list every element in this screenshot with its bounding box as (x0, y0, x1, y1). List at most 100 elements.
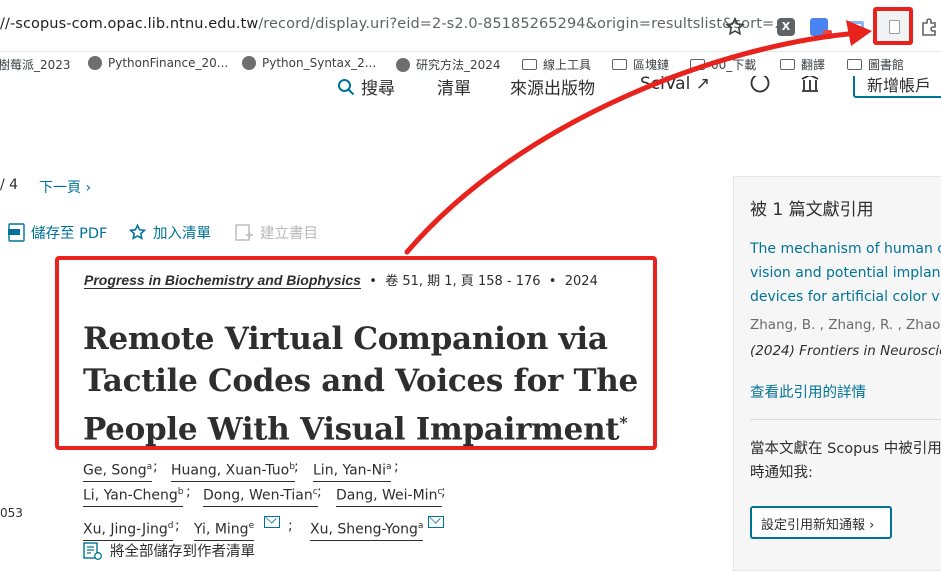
nav-sources[interactable]: 來源出版物 (510, 76, 595, 98)
nav-scival[interactable]: SciVal ↗ (640, 76, 710, 94)
citation-details-link[interactable]: 查看此引用的詳情 (750, 381, 866, 402)
translate-extension-icon[interactable] (810, 18, 832, 39)
address-bar[interactable]: //-scopus-com.opac.lib.ntnu.edu.tw/recor… (0, 16, 788, 32)
author-list-icon (83, 541, 102, 560)
add-to-list-label: 加入清單 (153, 226, 211, 242)
set-citation-alert-button[interactable]: 設定引用新知通報 › (750, 506, 892, 539)
nav-lists[interactable]: 清單 (437, 76, 471, 98)
bookmark-star-icon[interactable] (724, 16, 746, 38)
create-bibliography-button: 建立書目 (235, 222, 318, 243)
result-pager: / 4 (0, 177, 19, 193)
save-pdf-button[interactable]: 儲存至 PDF (8, 222, 107, 243)
author-link[interactable]: Xu, Sheng-Yonga (310, 517, 424, 541)
citing-article-authors: Zhang, B. , Zhang, R. , Zhao, (750, 317, 941, 333)
slideshow-extension-icon[interactable] (847, 18, 865, 36)
nav-search-label: 搜尋 (361, 79, 395, 98)
author-name: Dong, Wen-Tian (203, 487, 313, 504)
chevron-right-icon: › (81, 180, 92, 196)
annotation-highlight-box (55, 256, 657, 450)
save-pdf-label: 儲存至 PDF (31, 226, 108, 242)
author-name: Li, Yan-Cheng (83, 487, 178, 504)
bookmark-item[interactable]: 樹莓派_2023 (0, 56, 71, 73)
bookmark-label: 翻譯 (801, 58, 826, 72)
author-link[interactable]: Ge, Songa (83, 458, 153, 482)
author-separator: ; (153, 459, 158, 475)
bookmark-label: 研究方法_2024 (416, 58, 501, 72)
next-page-link[interactable]: 下一頁 › (39, 177, 91, 197)
author-link[interactable]: Xu, Jing-Jingd (83, 517, 174, 541)
next-page-label: 下一頁 (39, 180, 81, 196)
author-name: Dang, Wei-Min (336, 487, 438, 504)
bookmark-item[interactable]: PythonFinance_20... (88, 56, 228, 70)
site-nav: 搜尋 清單 來源出版物 SciVal ↗ 新增帳戶 (0, 76, 941, 98)
nav-search[interactable]: 搜尋 (337, 76, 395, 98)
author-separator: ; (294, 459, 299, 475)
author-link[interactable]: Huang, Xuan-Tuob (171, 458, 295, 482)
bookmark-label: PythonFinance_20... (108, 56, 229, 70)
github-icon (242, 56, 256, 70)
email-icon[interactable] (428, 516, 444, 528)
help-icon[interactable] (749, 76, 771, 94)
citing-article-source: (2024) Frontiers in Neuroscienc (750, 343, 941, 359)
pdf-icon (8, 223, 25, 242)
bookmark-item[interactable]: 00_下載 (690, 56, 756, 73)
citing-article-line: vision and potential implante (750, 265, 941, 281)
puzzle-extensions-icon[interactable] (920, 17, 940, 37)
x-extension-icon[interactable]: X (777, 18, 795, 36)
url-host: //-scopus-com.opac.lib.ntnu.edu.tw (0, 16, 259, 32)
page-glyph (889, 20, 900, 34)
author-separator: ; (175, 518, 180, 534)
author-link[interactable]: Lin, Yan-Nia (313, 458, 392, 482)
cited-by-panel: 被 1 篇文獻引用 The mechanism of human co visi… (733, 176, 941, 571)
side-number: 053 (0, 506, 23, 520)
email-icon[interactable] (264, 516, 280, 528)
author-separator: ; (394, 459, 399, 475)
bookmark-label: 區塊鏈 (633, 58, 670, 72)
citing-article-link[interactable]: The mechanism of human co vision and pot… (750, 237, 941, 309)
citation-alert-text: 當本文獻在 Scopus 中被引用時通知我: (750, 441, 941, 481)
bookmark-item[interactable]: Python_Syntax_2... (242, 56, 376, 70)
affiliation-marker: a (146, 462, 153, 472)
author-name: Ge, Song (83, 462, 147, 479)
author-link[interactable]: Yi, Minge (194, 517, 255, 541)
author-separator: ; (288, 518, 293, 534)
save-all-authors-button[interactable]: 將全部儲存到作者清單 (83, 540, 255, 561)
add-to-list-button[interactable]: 加入清單 (128, 222, 211, 243)
add-account-button[interactable]: 新增帳戶 (853, 76, 941, 98)
author-name: Huang, Xuan-Tuo (171, 462, 290, 479)
bookmark-item[interactable]: 圖書館 (847, 56, 904, 73)
save-all-authors-label: 將全部儲存到作者清單 (110, 544, 255, 560)
author-name: Yi, Ming (194, 521, 249, 538)
bookmark-item[interactable]: 線上工具 (522, 56, 591, 73)
bookmark-item[interactable]: 翻譯 (780, 56, 825, 73)
star-icon (128, 223, 147, 240)
cited-by-heading: 被 1 篇文獻引用 (750, 200, 874, 220)
affiliation-marker: d (167, 521, 174, 531)
github-icon (396, 57, 410, 72)
browser-toolbar: //-scopus-com.opac.lib.ntnu.edu.tw/recor… (0, 0, 941, 52)
author-link[interactable]: Dong, Wen-Tianc (203, 483, 318, 507)
folder-icon (690, 59, 705, 70)
institution-icon[interactable] (799, 76, 821, 94)
author-separator: ; (317, 484, 322, 500)
bookmark-item[interactable]: 區塊鏈 (612, 56, 669, 73)
affiliation-marker: e (248, 521, 255, 531)
affiliation-marker: a (417, 521, 424, 531)
search-icon (338, 78, 355, 95)
author-link[interactable]: Li, Yan-Chengb (83, 483, 184, 507)
citing-article-line: The mechanism of human co (750, 241, 941, 257)
github-icon (88, 56, 102, 70)
affiliation-marker: a (385, 462, 392, 472)
bookmark-label: 圖書館 (868, 58, 905, 72)
bookmark-label: 00_下載 (711, 58, 757, 72)
folder-icon (522, 59, 537, 70)
author-link[interactable]: Dang, Wei-Minc (336, 483, 443, 507)
create-bibliography-label: 建立書目 (260, 226, 318, 242)
bibliography-icon (235, 224, 253, 241)
citing-article-line: devices for artificial color visio (750, 289, 941, 305)
document-extension-icon[interactable] (873, 7, 913, 45)
folder-icon (612, 59, 627, 70)
bookmark-item[interactable]: 研究方法_2024 (396, 56, 501, 73)
bookmark-label: 線上工具 (543, 58, 592, 72)
bookmark-label: 樹莓派_2023 (0, 58, 71, 72)
